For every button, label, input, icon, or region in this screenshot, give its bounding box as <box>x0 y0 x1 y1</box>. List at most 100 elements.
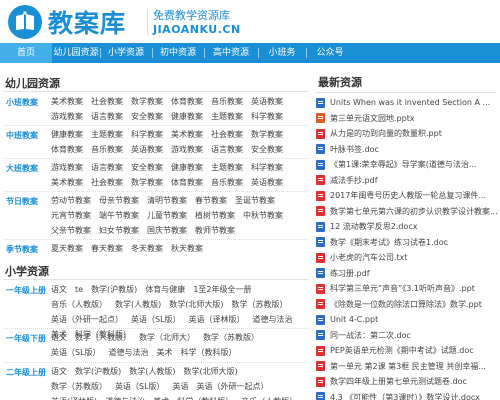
resource-list-item[interactable]: 2017年闽粤号历史人教版一轮总复习课件... <box>316 188 500 204</box>
resource-link[interactable]: 英语教案 <box>251 175 283 190</box>
resource-link[interactable]: 劳动节教案 <box>51 193 91 208</box>
resource-list-item[interactable]: 第三单元语文园地.pptx <box>316 111 500 127</box>
resource-link[interactable]: 语言教案 <box>91 109 123 124</box>
resource-link[interactable]: 英语（SL版） <box>131 312 181 327</box>
resource-link[interactable]: 健康教案 <box>51 127 83 142</box>
resource-link[interactable]: 语言教案 <box>211 142 243 157</box>
category-label[interactable]: 小班教案 <box>6 97 38 108</box>
category-label[interactable]: 季节教案 <box>6 244 38 255</box>
resource-link[interactable]: 数学(人教版) <box>115 297 161 312</box>
resource-link[interactable]: 数学教案 <box>251 127 283 142</box>
resource-link[interactable]: 数学（人教版） <box>75 330 131 345</box>
resource-list-item[interactable]: 《除数是一位数的除法口算除法》数学.ppt <box>316 297 500 313</box>
resource-link[interactable]: 元宵节教案 <box>51 208 91 223</box>
resource-link[interactable]: 科学（教科版） <box>177 394 233 400</box>
resource-title[interactable]: 科学第三单元“声音”《3.1听听声音》.ppt <box>330 281 475 297</box>
resource-link[interactable]: 数学教案 <box>131 94 163 109</box>
nav-item-home[interactable]: 首页 <box>0 43 52 63</box>
resource-link[interactable]: 英语教案 <box>131 142 163 157</box>
resource-link[interactable]: 体育教案 <box>51 142 83 157</box>
resource-link[interactable]: 社会教案 <box>91 94 123 109</box>
resource-link[interactable]: 英语 <box>173 379 189 394</box>
resource-title[interactable]: 2017年闽粤号历史人教版一轮总复习课件... <box>330 188 486 204</box>
resource-link[interactable]: 美术教案 <box>51 175 83 190</box>
resource-link[interactable]: 圣诞节教案 <box>235 193 275 208</box>
resource-title[interactable]: 练习册.pdf <box>330 266 370 282</box>
resource-title[interactable]: PEP英语单元检测《期中考试》试题.doc <box>330 343 474 359</box>
resource-list-item[interactable]: Units When was it invented Section A ... <box>316 95 500 111</box>
resource-link[interactable]: 春天教案 <box>91 241 123 256</box>
resource-title[interactable]: 数学第七单元第六课的初步认识教学设计教案... <box>330 204 498 220</box>
resource-link[interactable]: 道德与法治 <box>105 394 145 400</box>
resource-link[interactable]: 数学（北师大） <box>139 330 195 345</box>
resource-list-item[interactable]: 同一战法：第二次.doc <box>316 328 500 344</box>
resource-link[interactable]: 1至2年级全一册 <box>193 282 251 297</box>
resource-link[interactable]: 体育教案 <box>171 94 203 109</box>
resource-link[interactable]: 植树节教案 <box>195 208 235 223</box>
resource-title[interactable]: Units When was it invented Section A ... <box>330 95 490 111</box>
resource-link[interactable]: 数学(沪教版) <box>75 364 121 379</box>
logo-icon[interactable] <box>8 5 42 39</box>
resource-link[interactable]: 夏天教案 <box>51 241 83 256</box>
resource-list-item[interactable]: 《第1课:荣幸辱起》导学案(道德与法治... <box>316 157 500 173</box>
resource-list-item[interactable]: 4.3 《可能性（第3课时）》数学设计.docx <box>316 390 500 400</box>
resource-link[interactable]: 游戏教案 <box>51 109 83 124</box>
resource-link[interactable]: 秋天教案 <box>171 241 203 256</box>
resource-link[interactable]: 音乐教案 <box>211 94 243 109</box>
resource-link[interactable]: 英语（SL版） <box>51 345 101 360</box>
resource-title[interactable]: 《第1课:荣幸辱起》导学案(道德与法治... <box>330 157 477 173</box>
resource-link[interactable]: 英语(译林版) <box>51 394 97 400</box>
resource-title[interactable]: 4.3 《可能性（第3课时）》数学设计.docx <box>330 390 480 400</box>
grade-label[interactable]: 一年级下册 <box>6 333 46 344</box>
resource-link[interactable]: 数学（苏教版） <box>232 297 288 312</box>
resource-link[interactable]: 科学教案 <box>251 160 283 175</box>
resource-list-item[interactable]: 科学第三单元“声音”《3.1听听声音》.ppt <box>316 281 500 297</box>
resource-link[interactable]: 英语教案 <box>251 94 283 109</box>
resource-link[interactable]: 道德与法治 <box>109 345 149 360</box>
resource-link[interactable]: 科学教案 <box>131 127 163 142</box>
resource-link[interactable]: 数学（苏教版） <box>203 330 259 345</box>
resource-link[interactable]: 音乐（人教版） <box>51 297 107 312</box>
resource-link[interactable]: 社会教案 <box>91 175 123 190</box>
resource-link[interactable]: 健康教案 <box>171 109 203 124</box>
resource-link[interactable]: 道德与法治 <box>253 312 293 327</box>
resource-link[interactable]: 主题教案 <box>91 127 123 142</box>
site-name[interactable]: 教案库 <box>48 4 126 40</box>
resource-link[interactable]: 国庆节教案 <box>147 223 187 238</box>
resource-link[interactable]: 音乐教案 <box>211 175 243 190</box>
resource-link[interactable]: 数学（苏教版） <box>51 379 107 394</box>
resource-link[interactable]: 科学（教科版） <box>181 345 237 360</box>
category-label[interactable]: 大班教案 <box>6 163 38 174</box>
resource-list-item[interactable]: PEP英语单元检测《期中考试》试题.doc <box>316 343 500 359</box>
resource-link[interactable]: 英语（外研一起点） <box>51 312 123 327</box>
resource-link[interactable]: 英语（外研一起点） <box>197 379 269 394</box>
resource-link[interactable]: 科学教案 <box>251 109 283 124</box>
resource-list-item[interactable]: 12 流动教学反思2.docx <box>316 219 500 235</box>
resource-link[interactable]: 游戏教案 <box>171 142 203 157</box>
resource-list-item[interactable]: 练习册.pdf <box>316 266 500 282</box>
resource-link[interactable]: 母亲节教案 <box>99 193 139 208</box>
resource-link[interactable]: 主题教案 <box>211 109 243 124</box>
resource-link[interactable]: 英语（SL版） <box>115 379 165 394</box>
resource-link[interactable]: 语文 <box>51 364 67 379</box>
resource-list-item[interactable]: 数学四年级上册第七单元测试题卷.doc <box>316 374 500 390</box>
resource-link[interactable]: 安全教案 <box>131 160 163 175</box>
resource-title[interactable]: 第三单元语文园地.pptx <box>330 111 415 127</box>
resource-list-item[interactable]: 数学《期末考试》练习试卷1.doc <box>316 235 500 251</box>
resource-link[interactable]: 数学(人教版) <box>129 364 175 379</box>
resource-link[interactable]: 妇女节教案 <box>99 223 139 238</box>
resource-link[interactable]: 端午节教案 <box>99 208 139 223</box>
category-label[interactable]: 中班教案 <box>6 130 38 141</box>
resource-link[interactable]: 语言教案 <box>91 160 123 175</box>
resource-link[interactable]: 体育教案 <box>171 175 203 190</box>
resource-link[interactable]: 数学教案 <box>131 175 163 190</box>
primary-section-title[interactable]: 小学资源 <box>5 263 49 279</box>
resource-list-item[interactable]: 第一单元 第2课 第3框 民主管理 共创幸福... <box>316 359 500 375</box>
resource-link[interactable]: 数学(北师大版) <box>169 297 223 312</box>
resource-title[interactable]: 数学四年级上册第七单元测试题卷.doc <box>330 374 467 390</box>
resource-link[interactable]: 美术教案 <box>51 94 83 109</box>
resource-list-item[interactable]: 数学第七单元第六课的初步认识教学设计教案... <box>316 204 500 220</box>
grade-label[interactable]: 一年级上册 <box>6 285 46 296</box>
resource-link[interactable]: 美术 <box>153 394 169 400</box>
nav-item-official-account[interactable]: 公众号 <box>306 43 354 63</box>
